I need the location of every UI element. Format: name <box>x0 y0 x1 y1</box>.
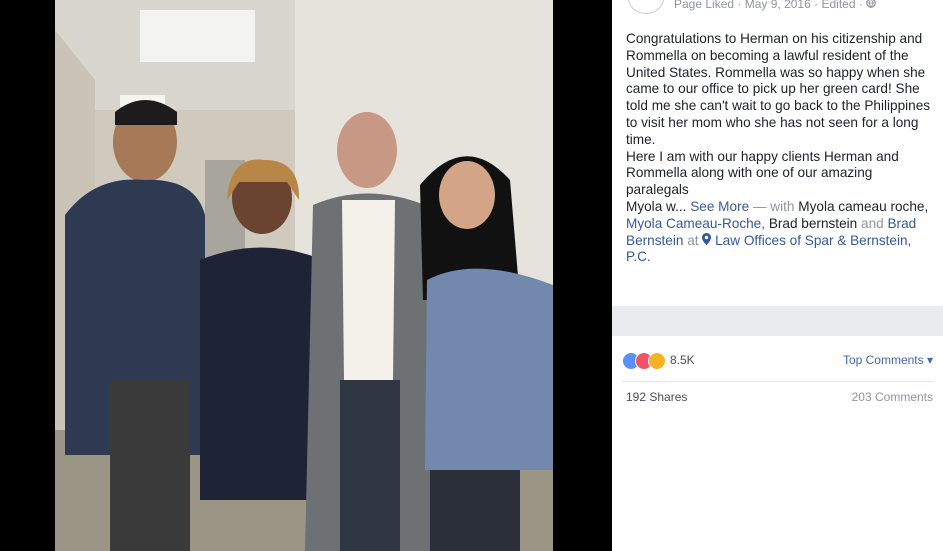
post-header: Page Liked · May 9, 2016 · Edited · <box>612 0 943 14</box>
tag-brad-bernstein-page[interactable]: Brad <box>887 216 916 231</box>
post-meta: Page Liked · May 9, 2016 · Edited · <box>674 0 877 11</box>
post-line: Rommella on becoming a lawful resident o… <box>626 47 909 63</box>
globe-icon[interactable] <box>866 0 877 11</box>
post-line: United States. Rommella was so happy whe… <box>626 64 926 80</box>
post-line-with-tags: Myola w... See More — with Myola cameau … <box>626 199 936 216</box>
post-photo[interactable] <box>55 0 553 551</box>
reaction-count[interactable]: 8.5K <box>670 353 695 367</box>
post-line: time. <box>626 131 656 147</box>
divider <box>622 381 933 382</box>
and-label: and <box>861 215 884 231</box>
tag-myola-cameau-roche[interactable]: Myola Cameau-Roche, <box>626 216 765 231</box>
photo-viewer <box>0 0 612 551</box>
post-body: Congratulations to Herman on his citizen… <box>626 31 936 266</box>
meta-separator: · <box>737 0 742 11</box>
meta-separator: · <box>858 0 863 11</box>
post-line: came to our office to pick up her green … <box>626 81 920 97</box>
post-line: Congratulations to Herman on his citizen… <box>626 31 923 46</box>
comments-count[interactable]: 203 Comments <box>852 390 933 404</box>
edited-label[interactable]: Edited <box>821 0 855 11</box>
post-line: to visit her mom who she has not seen fo… <box>626 114 919 130</box>
photo-illustration <box>55 0 553 551</box>
post-line: Rommella along with one of our amazing p… <box>626 165 873 198</box>
top-comments-dropdown[interactable]: Top Comments ▾ <box>843 353 933 367</box>
post-panel: Page Liked · May 9, 2016 · Edited · Cong… <box>612 0 943 551</box>
shares-count[interactable]: 192 Shares <box>626 390 687 404</box>
at-label: at <box>687 232 699 248</box>
wow-reaction-icon[interactable] <box>648 352 666 370</box>
page-liked-label: Page Liked <box>674 0 735 11</box>
post-line: Here I am with our happy clients Herman … <box>626 148 899 164</box>
reactions-bar: 8.5K Top Comments ▾ <box>622 352 933 374</box>
page-logo[interactable] <box>628 0 664 14</box>
post-line: told me she can't wait to go back to the… <box>626 98 931 114</box>
post-date[interactable]: May 9, 2016 <box>745 0 811 11</box>
meta-separator: · <box>814 0 819 11</box>
section-divider <box>612 306 943 336</box>
tag-brad-bernstein-page-cont[interactable]: Bernstein <box>626 233 683 248</box>
post-line-with-location: Bernstein at Law Offices of Spar & Berns… <box>626 232 936 267</box>
post-line-with-tags: Myola Cameau-Roche, Brad bernstein and B… <box>626 216 936 233</box>
tag-brad-bernstein[interactable]: Brad bernstein <box>769 216 857 231</box>
see-more-link[interactable]: See More <box>690 199 749 214</box>
tag-myola-roche[interactable]: Myola cameau roche, <box>798 199 928 214</box>
truncated-text: Myola w... <box>626 198 687 214</box>
with-label: — with <box>752 198 795 214</box>
location-pin-icon[interactable] <box>702 232 715 248</box>
